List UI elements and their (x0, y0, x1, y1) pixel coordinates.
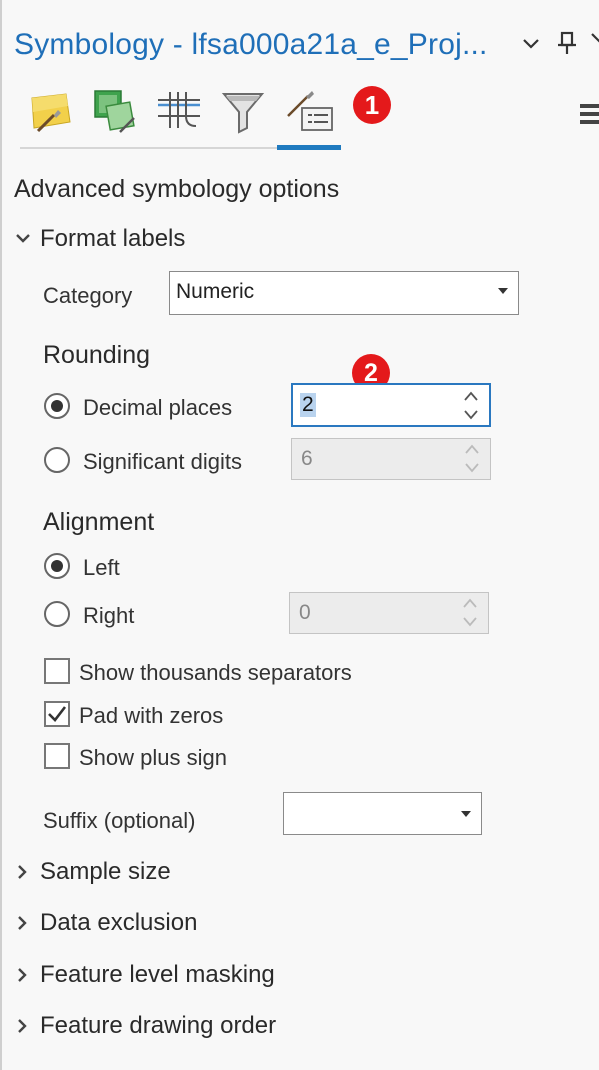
significant-digits-label: Significant digits (83, 449, 242, 474)
align-right-value: 0 (299, 601, 311, 624)
chevron-down-icon[interactable] (520, 34, 542, 54)
chevron-right-icon[interactable] (14, 1017, 30, 1035)
pane-title: Symbology - lfsa000a21a_e_Proj... (14, 28, 488, 61)
spin-up-icon[interactable] (462, 597, 478, 609)
pad-with-zeros-checkbox[interactable] (44, 701, 70, 727)
rounding-heading: Rounding (43, 341, 151, 369)
align-left-label: Left (83, 555, 120, 580)
primary-symbology-icon[interactable] (28, 88, 72, 133)
chevron-right-icon[interactable] (14, 966, 30, 984)
feature-level-masking-header[interactable]: Feature level masking (40, 961, 275, 989)
significant-digits-spinner[interactable]: 6 (291, 438, 491, 480)
data-exclusion-header[interactable]: Data exclusion (40, 909, 197, 937)
decimal-places-label: Decimal places (83, 395, 233, 420)
chevron-right-icon[interactable] (14, 914, 30, 932)
alignment-heading: Alignment (43, 508, 155, 536)
suffix-label: Suffix (optional) (43, 808, 196, 833)
dropdown-arrow-icon (461, 811, 471, 817)
vary-symbology-icon[interactable] (92, 88, 136, 133)
significant-digits-value: 6 (301, 447, 313, 470)
feature-drawing-order-header[interactable]: Feature drawing order (40, 1012, 276, 1040)
decimal-places-value: 2 (300, 393, 316, 417)
show-plus-sign-label: Show plus sign (79, 745, 227, 770)
dropdown-arrow-icon (498, 288, 508, 294)
active-tab-indicator (277, 145, 341, 150)
chevron-right-icon[interactable] (14, 863, 30, 881)
panel-left-border (0, 0, 2, 1070)
spin-up-icon[interactable] (464, 443, 480, 455)
menu-icon[interactable] (580, 104, 599, 128)
section-heading: Advanced symbology options (14, 175, 340, 203)
pin-icon[interactable] (554, 30, 580, 56)
spin-down-icon[interactable] (462, 616, 478, 628)
align-left-radio[interactable] (44, 553, 70, 579)
category-dropdown[interactable]: Numeric (169, 271, 519, 315)
category-label: Category (43, 283, 133, 308)
symbol-layer-drawing-icon[interactable] (156, 88, 200, 132)
callout-badge-1: 1 (353, 86, 391, 124)
category-value: Numeric (176, 280, 255, 303)
sample-size-header[interactable]: Sample size (40, 858, 171, 886)
thousands-separators-checkbox[interactable] (44, 658, 70, 684)
format-labels-header[interactable]: Format labels (40, 225, 185, 253)
align-right-label: Right (83, 603, 135, 628)
advanced-symbology-icon[interactable] (284, 88, 333, 132)
show-plus-sign-checkbox[interactable] (44, 743, 70, 769)
close-icon[interactable] (588, 30, 599, 56)
decimal-places-radio[interactable] (44, 393, 70, 419)
align-right-spinner[interactable]: 0 (289, 592, 489, 634)
symbology-filter-icon[interactable] (220, 88, 265, 134)
chevron-down-icon[interactable] (14, 229, 32, 247)
significant-digits-radio[interactable] (44, 447, 70, 473)
pad-with-zeros-label: Pad with zeros (79, 703, 224, 728)
suffix-dropdown[interactable] (283, 792, 482, 835)
decimal-places-spinner[interactable]: 2 (291, 383, 491, 427)
checkmark-icon (48, 706, 67, 722)
spin-down-icon[interactable] (464, 462, 480, 474)
spin-up-icon[interactable] (463, 390, 479, 402)
align-right-radio[interactable] (44, 601, 70, 627)
spin-down-icon[interactable] (463, 409, 479, 421)
thousands-separators-label: Show thousands separators (79, 660, 352, 685)
